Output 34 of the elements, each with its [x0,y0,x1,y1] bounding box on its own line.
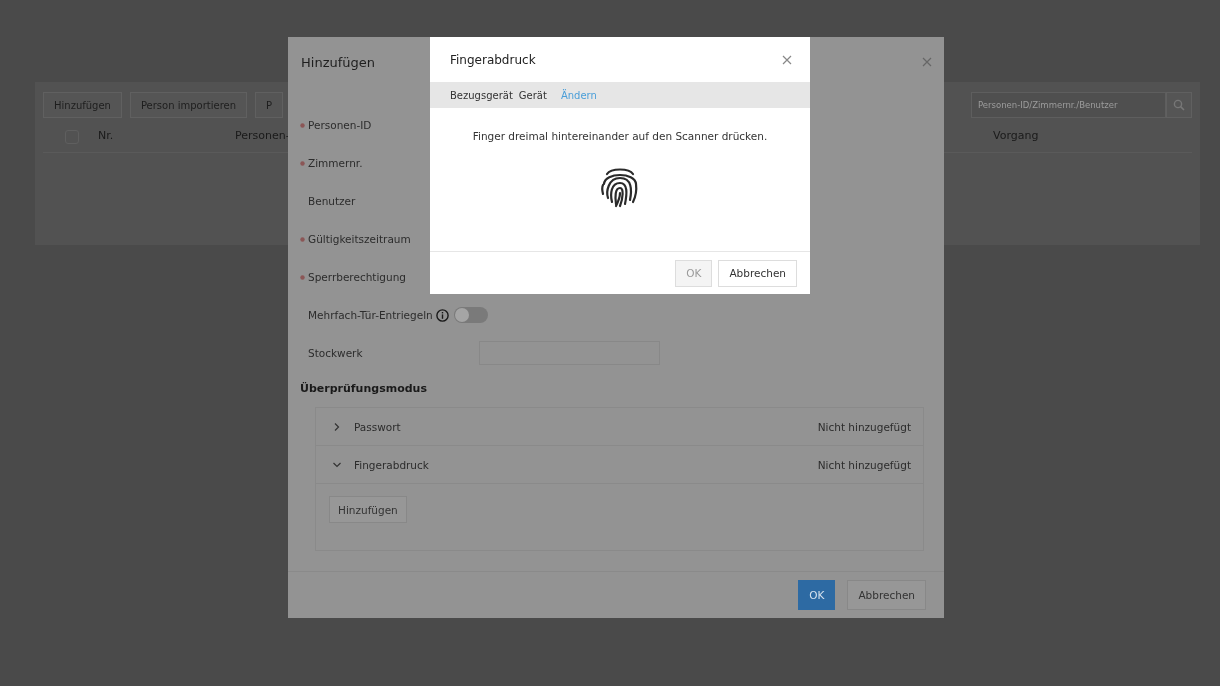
search-field[interactable]: Personen-ID/Zimmernr./Benutzer [971,92,1166,118]
search-button[interactable] [1166,92,1192,118]
add-button[interactable]: Hinzufügen [329,496,407,523]
change-link[interactable]: Ändern [560,89,597,101]
close-icon[interactable] [782,54,792,65]
mode-status: Nicht hinzugefügt [817,420,911,433]
form-label: Sperrberechtigung [308,271,407,283]
mode-label: Fingerabdruck [354,458,430,471]
instruction-text: Finger dreimal hintereinander auf den Scanner drücken. [472,130,768,142]
section-title: Überprüfungsmodus [300,382,428,395]
device-name: Gerät [518,89,547,101]
close-icon[interactable] [922,57,932,67]
toggle-switch[interactable] [453,307,488,323]
form-label: Zimmernr. [308,157,364,169]
dialog-title: Fingerabdruck [450,52,536,67]
column-header: Nr. [98,129,114,142]
column-header: Personen- [235,129,290,142]
dialog-button[interactable]: OK [798,580,836,610]
dialog-button[interactable]: Abbrechen [718,259,797,287]
mode-label: Passwort [354,420,402,433]
form-label: Stockwerk [308,347,364,359]
form-label: Gültigkeitszeitraum [308,233,412,245]
mode-status: Nicht hinzugefügt [817,458,911,471]
collapse-header[interactable]: Fingerabdruck Nicht hinzugefügt [316,446,923,484]
search-icon [1173,99,1185,111]
info-icon [435,308,449,322]
dialog-button[interactable]: Abbrechen [847,580,926,610]
collapse-header[interactable]: Passwort Nicht hinzugefügt [316,408,923,446]
dialog-title: Hinzufügen [301,54,375,70]
form-label: Benutzer [308,195,357,207]
form-label: Personen-ID [308,119,373,131]
toolbar-button[interactable]: P [255,92,284,118]
device-label: Bezugsgerät [450,89,513,101]
form-label: Mehrfach-Tür-Entriegeln [308,309,433,321]
